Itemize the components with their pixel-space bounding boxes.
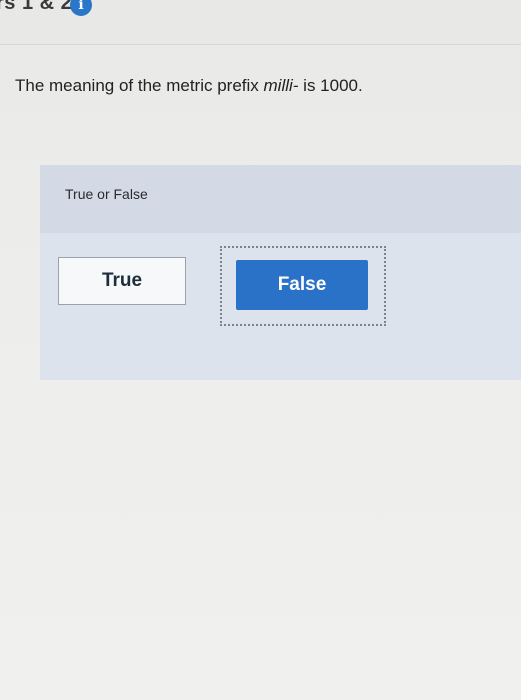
- question-prefix: The meaning of the metric prefix: [15, 76, 264, 95]
- answer-panel-header: True or False: [40, 165, 521, 233]
- question-italic-term: milli-: [263, 76, 299, 95]
- question-text: The meaning of the metric prefix milli- …: [15, 76, 363, 96]
- false-button[interactable]: False: [236, 260, 368, 310]
- section-title: rs 1 & 2: [0, 0, 73, 14]
- true-button[interactable]: True: [58, 257, 186, 305]
- info-icon[interactable]: i: [70, 0, 92, 16]
- answer-prompt: True or False: [65, 186, 148, 202]
- question-suffix: is 1000.: [298, 76, 363, 95]
- answer-panel: True or False True False: [40, 165, 521, 380]
- top-bar: rs 1 & 2 i: [0, 0, 521, 45]
